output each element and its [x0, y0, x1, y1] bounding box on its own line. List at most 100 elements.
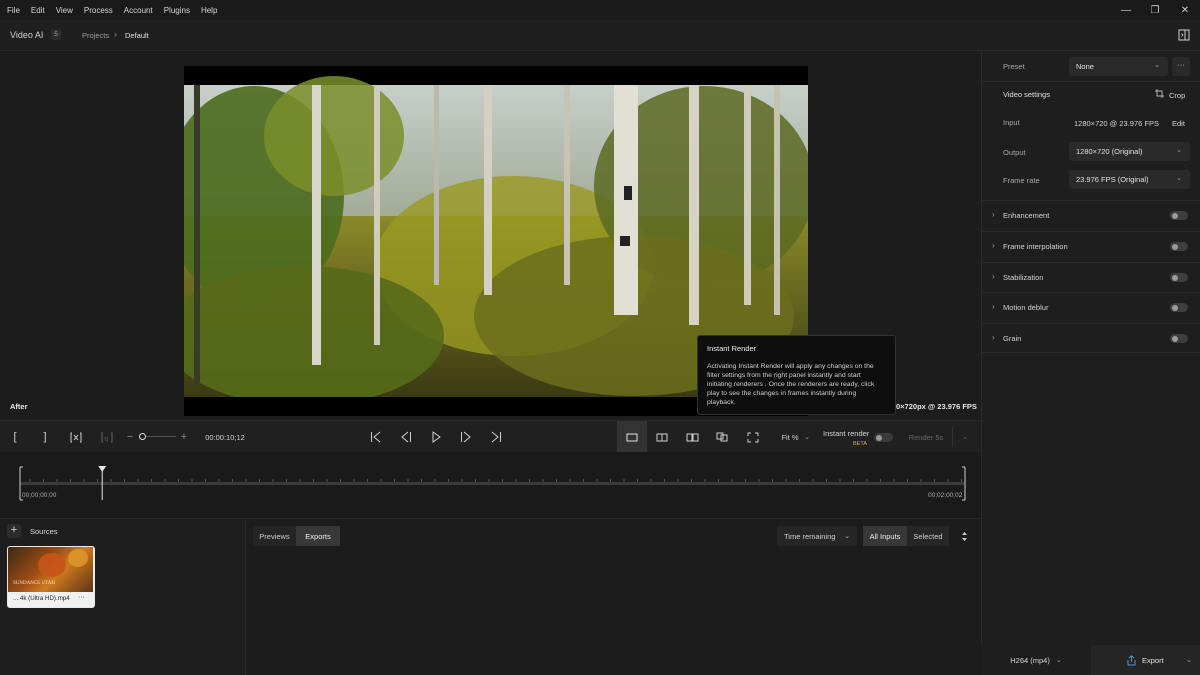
svg-text:q: q — [105, 436, 108, 442]
output-value: 1280×720 (Original) — [1076, 147, 1143, 156]
video-settings-title: Video settings — [1003, 90, 1050, 99]
motion-deblur-toggle[interactable] — [1170, 303, 1188, 312]
frame-interpolation-toggle[interactable] — [1170, 242, 1188, 251]
timeline-start-time: 00;00;00;00 — [22, 492, 57, 499]
timeline-end-time: 00;02;00;02 — [928, 492, 963, 499]
instant-render-toggle[interactable] — [874, 433, 893, 442]
minimize-button[interactable]: — — [1111, 0, 1141, 20]
source-more-button[interactable]: ··· — [78, 594, 85, 601]
tab-exports[interactable]: Exports — [296, 526, 340, 546]
goto-mark-icon[interactable]: q — [98, 421, 116, 453]
filter-row-grain[interactable]: › Grain — [982, 323, 1200, 353]
split-view-icon[interactable] — [652, 421, 672, 453]
export-button[interactable]: Export ⌄ — [1091, 645, 1200, 675]
menu-account[interactable]: Account — [117, 6, 157, 15]
enhancement-toggle[interactable] — [1170, 211, 1188, 220]
sort-chevron-down-icon: ⌄ — [844, 533, 850, 540]
filter-label: Stabilization — [1003, 273, 1044, 282]
output-label: Output — [1003, 148, 1026, 157]
timeline[interactable]: 00;00;00;00 00;02;00;02 — [0, 452, 981, 518]
preset-select[interactable]: None ⌄ — [1069, 57, 1168, 76]
sort-select[interactable]: Time remaining ⌄ — [777, 526, 857, 546]
skip-to-start-icon[interactable] — [367, 421, 385, 453]
side-by-side-icon[interactable] — [682, 421, 702, 453]
render-options-chevron-icon[interactable]: ⌄ — [958, 421, 972, 453]
app-header: Video AI 5 Projects › Default — [0, 20, 1200, 51]
breadcrumb-projects[interactable]: Projects — [82, 31, 109, 40]
preset-more-button[interactable]: ··· — [1172, 57, 1190, 76]
restore-button[interactable]: ❐ — [1140, 0, 1170, 20]
single-view-icon[interactable] — [617, 421, 647, 453]
expand-chevron-icon: › — [992, 333, 995, 342]
menu-process[interactable]: Process — [77, 6, 117, 15]
source-filename: ... 4k (Ultra HD).mp4 — [13, 595, 70, 602]
sort-order-icon[interactable] — [957, 526, 971, 546]
edit-input-button[interactable]: Edit — [1172, 119, 1185, 128]
play-icon[interactable] — [427, 421, 445, 453]
settings-panel: Preset None ⌄ ··· Video settings Crop In… — [981, 51, 1200, 675]
sources-panel: + Sources SUNDANCE UTAH ... 4k (Ultra HD… — [0, 518, 246, 675]
preset-chevron-down-icon: ⌄ — [1154, 62, 1160, 69]
grain-toggle[interactable] — [1170, 334, 1188, 343]
frame-rate-chevron-down-icon: ⌄ — [1176, 175, 1182, 182]
filter-row-stabilization[interactable]: › Stabilization — [982, 262, 1200, 292]
stabilization-toggle[interactable] — [1170, 273, 1188, 282]
fit-chevron-down-icon[interactable]: ⌄ — [802, 421, 812, 453]
filter-all-inputs[interactable]: All Inputs — [863, 526, 907, 546]
menu-edit[interactable]: Edit — [24, 6, 49, 15]
previous-frame-icon[interactable] — [397, 421, 415, 453]
thumbnail-overlay-text: SUNDANCE UTAH — [13, 581, 55, 586]
filter-label: Motion deblur — [1003, 303, 1049, 312]
codec-chevron-down-icon: ⌄ — [1055, 657, 1062, 664]
mark-in-button[interactable]: [ — [7, 421, 23, 453]
breadcrumb-current[interactable]: Default — [125, 31, 149, 40]
version-badge: 5 — [51, 29, 61, 40]
output-chevron-down-icon: ⌄ — [1176, 147, 1182, 154]
tooltip-body: Activating Instant Render will apply any… — [707, 363, 875, 406]
render-preview-button[interactable]: Render 5s — [905, 421, 947, 453]
menu-view[interactable]: View — [49, 6, 77, 15]
skip-to-end-icon[interactable] — [487, 421, 505, 453]
export-icon — [1127, 654, 1136, 666]
filter-row-frame-interpolation[interactable]: › Frame interpolation — [982, 231, 1200, 261]
filter-row-motion-deblur[interactable]: › Motion deblur — [982, 292, 1200, 322]
output-select[interactable]: 1280×720 (Original) ⌄ — [1069, 142, 1190, 161]
export-chevron-down-icon[interactable]: ⌄ — [1186, 656, 1192, 664]
instant-render-label: Instant render — [823, 429, 870, 438]
sources-title: Sources — [30, 527, 58, 536]
source-card[interactable]: SUNDANCE UTAH ... 4k (Ultra HD).mp4 ··· — [7, 546, 95, 608]
tab-previews[interactable]: Previews — [253, 526, 296, 546]
menu-help[interactable]: Help — [194, 6, 221, 15]
zoom-in-button[interactable]: + — [178, 421, 190, 453]
menu-plugins[interactable]: Plugins — [157, 6, 194, 15]
crop-button[interactable]: Crop — [1169, 91, 1185, 100]
menu-bar: File Edit View Process Account Plugins H… — [0, 0, 1200, 20]
codec-value: H264 (mp4) — [1010, 655, 1050, 665]
divider — [982, 81, 1200, 82]
source-thumbnail: SUNDANCE UTAH — [8, 547, 93, 592]
menu-file[interactable]: File — [0, 6, 24, 15]
filter-selected[interactable]: Selected — [907, 526, 949, 546]
frame-rate-select[interactable]: 23.976 FPS (Original) ⌄ — [1069, 170, 1190, 189]
render-divider — [952, 427, 953, 447]
next-frame-icon[interactable] — [457, 421, 475, 453]
add-source-button[interactable]: + — [7, 524, 21, 538]
mark-out-button[interactable]: ] — [37, 421, 53, 453]
crop-icon[interactable] — [1155, 89, 1164, 100]
codec-select[interactable]: H264 (mp4) ⌄ — [981, 645, 1091, 675]
fullscreen-icon[interactable] — [743, 421, 763, 453]
frame-rate-label: Frame rate — [1003, 176, 1040, 185]
filter-row-enhancement[interactable]: › Enhancement — [982, 200, 1200, 230]
zoom-out-button[interactable]: − — [124, 421, 136, 453]
compare-grid-icon[interactable] — [712, 421, 732, 453]
toggle-panel-icon[interactable] — [1177, 28, 1191, 42]
filter-label: Enhancement — [1003, 211, 1050, 220]
filter-label: Frame interpolation — [1003, 242, 1068, 251]
export-footer: H264 (mp4) ⌄ Export ⌄ — [981, 645, 1200, 675]
playback-controls: [ ] q − + 00:00:10;12 Fit % ⌄ Instant re… — [0, 420, 981, 453]
clear-marks-icon[interactable] — [67, 421, 85, 453]
close-button[interactable]: ✕ — [1170, 0, 1200, 20]
zoom-slider-handle[interactable] — [139, 433, 146, 440]
sort-select-label: Time remaining — [784, 531, 836, 541]
fit-zoom-select[interactable]: Fit % — [779, 421, 801, 453]
